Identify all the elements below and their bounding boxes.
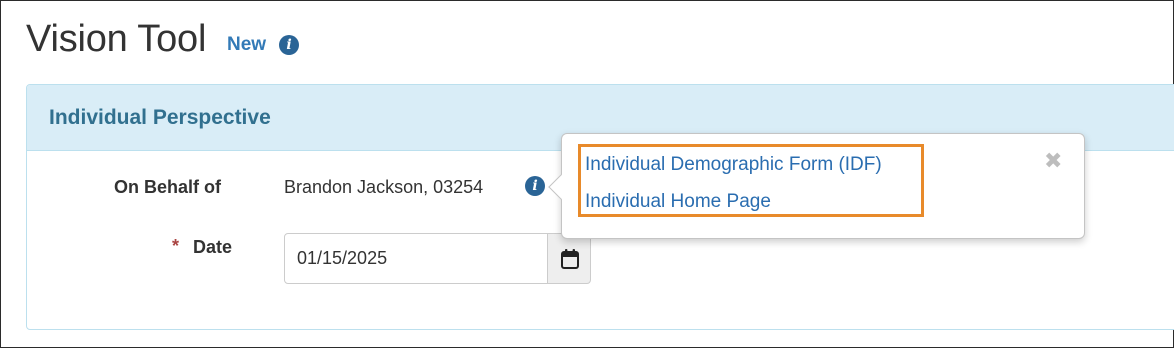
- idf-link[interactable]: Individual Demographic Form (IDF): [585, 154, 882, 176]
- calendar-icon: [561, 249, 579, 269]
- info-circle-icon[interactable]: i: [279, 35, 299, 55]
- date-label: Date: [193, 237, 233, 257]
- on-behalf-of-value: Brandon Jackson, 03254: [284, 177, 484, 197]
- required-marker: *: [172, 236, 180, 256]
- page-title: Vision Tool: [26, 18, 207, 60]
- date-input[interactable]: [284, 233, 548, 284]
- calendar-button[interactable]: [547, 233, 591, 284]
- on-behalf-of-label: On Behalf of: [114, 177, 221, 197]
- individual-home-page-link[interactable]: Individual Home Page: [585, 191, 771, 213]
- panel-title: Individual Perspective: [49, 106, 271, 129]
- close-icon[interactable]: ✖: [1044, 150, 1062, 172]
- new-link[interactable]: New: [227, 34, 266, 56]
- info-circle-icon[interactable]: i: [525, 176, 545, 196]
- links-popover: Individual Demographic Form (IDF) Indivi…: [548, 133, 1085, 239]
